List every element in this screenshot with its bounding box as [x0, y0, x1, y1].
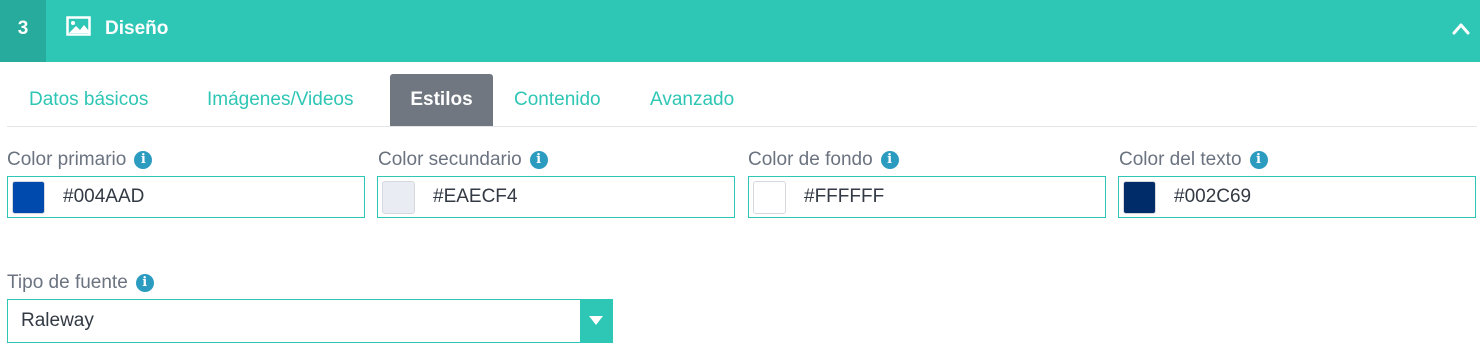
- dropdown-toggle[interactable]: [580, 300, 612, 342]
- chevron-up-icon[interactable]: [1450, 19, 1472, 39]
- background-color-label-text: Color de fondo: [748, 149, 873, 170]
- primary-color-label-text: Color primario: [7, 149, 127, 170]
- step-number: 3: [0, 0, 46, 62]
- color-swatch[interactable]: [12, 181, 45, 214]
- secondary-color-field[interactable]: #EAECF4: [377, 176, 735, 218]
- font-type-label-text: Tipo de fuente: [7, 272, 128, 293]
- section-header[interactable]: 3 Diseño: [0, 0, 1480, 62]
- color-swatch[interactable]: [382, 181, 415, 214]
- info-icon[interactable]: i: [135, 274, 154, 292]
- tab-avanzado[interactable]: Avanzado: [650, 74, 734, 126]
- tab-estilos[interactable]: Estilos: [390, 74, 493, 126]
- tab-imagenes-videos[interactable]: Imágenes/Videos: [207, 74, 353, 126]
- font-type-select[interactable]: Raleway: [7, 299, 613, 343]
- primary-color-value[interactable]: #004AAD: [63, 177, 144, 217]
- caret-down-icon: [589, 316, 603, 325]
- tab-contenido[interactable]: Contenido: [514, 74, 601, 126]
- font-type-label: Tipo de fuente i: [7, 271, 154, 295]
- section-title: Diseño: [105, 18, 169, 39]
- text-color-value[interactable]: #002C69: [1174, 177, 1251, 217]
- text-color-label: Color del texto i: [1119, 148, 1268, 172]
- tab-datos-basicos[interactable]: Datos básicos: [29, 74, 148, 126]
- font-type-value: Raleway: [21, 310, 94, 331]
- background-color-field[interactable]: #FFFFFF: [748, 176, 1106, 218]
- info-icon[interactable]: i: [529, 151, 548, 169]
- background-color-label: Color de fondo i: [748, 148, 899, 172]
- text-color-label-text: Color del texto: [1119, 149, 1242, 170]
- secondary-color-value[interactable]: #EAECF4: [433, 177, 517, 217]
- info-icon[interactable]: i: [880, 151, 899, 169]
- image-icon: [66, 16, 91, 36]
- color-swatch[interactable]: [1123, 181, 1156, 214]
- color-swatch[interactable]: [753, 181, 786, 214]
- tab-bar: Datos básicos Imágenes/Videos Estilos Co…: [7, 74, 1477, 127]
- primary-color-field[interactable]: #004AAD: [7, 176, 365, 218]
- secondary-color-label-text: Color secundario: [378, 149, 522, 170]
- info-icon[interactable]: i: [1249, 151, 1268, 169]
- info-icon[interactable]: i: [134, 151, 153, 169]
- secondary-color-label: Color secundario i: [378, 148, 548, 172]
- text-color-field[interactable]: #002C69: [1118, 176, 1476, 218]
- primary-color-label: Color primario i: [7, 148, 153, 172]
- background-color-value[interactable]: #FFFFFF: [804, 177, 884, 217]
